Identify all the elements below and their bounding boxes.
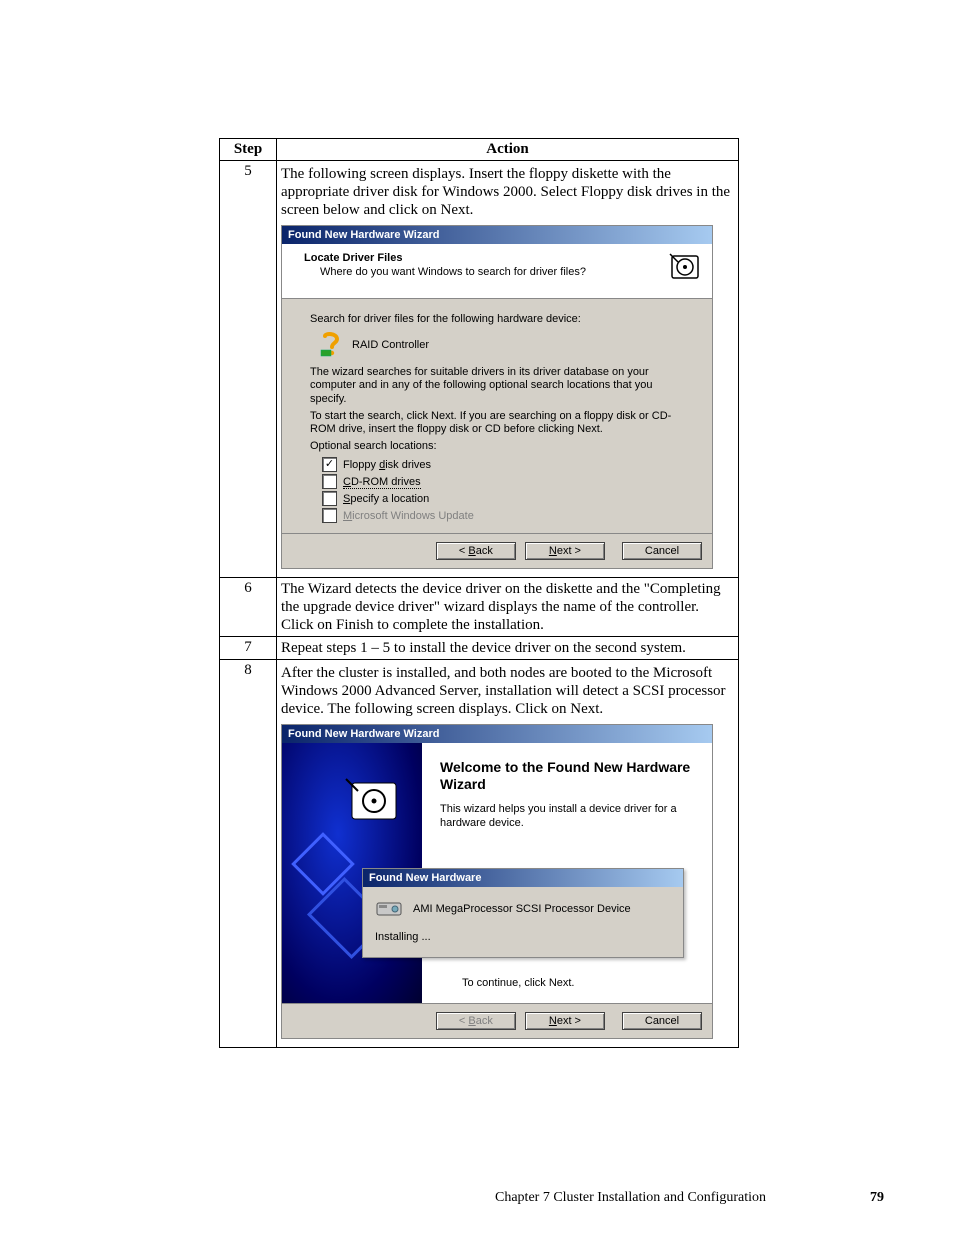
- wizard-para-1: The wizard searches for suitable drivers…: [310, 366, 684, 406]
- wizard-title-bar: Found New Hardware Wizard: [282, 226, 712, 244]
- table-row: 5 The following screen displays. Insert …: [220, 161, 739, 578]
- wizard-body: Locate Driver Files Where do you want Wi…: [282, 244, 712, 568]
- step-number: 5: [220, 161, 277, 578]
- action-cell: The following screen displays. Insert th…: [277, 161, 739, 578]
- welcome-title: Welcome to the Found New Hardware Wizard: [440, 759, 696, 793]
- steps-table: Step Action 5 The following screen displ…: [219, 138, 739, 1048]
- popup-body: AMI MegaProcessor SCSI Processor Device …: [363, 887, 683, 957]
- checkbox-icon: [322, 491, 337, 506]
- next-button[interactable]: Next >: [525, 542, 605, 560]
- action-text: The following screen displays. Insert th…: [281, 163, 734, 221]
- wizard-header: Locate Driver Files Where do you want Wi…: [282, 244, 712, 299]
- action-text: The Wizard detects the device driver on …: [277, 578, 739, 637]
- wizard-body: Welcome to the Found New Hardware Wizard…: [282, 743, 712, 1003]
- popup-device-name: AMI MegaProcessor SCSI Processor Device: [413, 903, 631, 915]
- welcome-wizard-dialog: Found New Hardware Wizard: [281, 724, 713, 1039]
- search-instruction: Search for driver files for the followin…: [310, 313, 684, 326]
- wizard-header-title: Locate Driver Files: [304, 252, 702, 264]
- popup-title-bar: Found New Hardware: [363, 869, 683, 887]
- action-cell: After the cluster is installed, and both…: [277, 660, 739, 1048]
- driver-cd-icon: [668, 250, 702, 284]
- checkbox-windows-update: Microsoft Windows Update: [322, 508, 684, 523]
- action-text: Repeat steps 1 – 5 to install the device…: [277, 637, 739, 660]
- checkbox-label: Floppy disk drives: [343, 459, 431, 471]
- cancel-button[interactable]: Cancel: [622, 1012, 702, 1030]
- footer-page-number: 79: [870, 1190, 884, 1206]
- table-row: 8 After the cluster is installed, and bo…: [220, 660, 739, 1048]
- checkbox-icon: [322, 508, 337, 523]
- checkbox-label: Microsoft Windows Update: [343, 510, 474, 522]
- wizard-content: Search for driver files for the followin…: [282, 299, 712, 533]
- cancel-button[interactable]: Cancel: [622, 542, 702, 560]
- action-text: After the cluster is installed, and both…: [281, 662, 734, 720]
- table-row: 7 Repeat steps 1 – 5 to install the devi…: [220, 637, 739, 660]
- scsi-device-icon: [375, 897, 403, 921]
- question-device-icon: [318, 332, 344, 358]
- step-number: 6: [220, 578, 277, 637]
- checkbox-icon: [322, 474, 337, 489]
- back-button: < Back: [436, 1012, 516, 1030]
- continue-text: To continue, click Next.: [462, 977, 575, 989]
- back-button[interactable]: < Back: [436, 542, 516, 560]
- wizard-button-row: < Back Next > Cancel: [282, 1003, 712, 1038]
- footer-chapter-text: Chapter 7 Cluster Installation and Confi…: [495, 1190, 766, 1206]
- table-row: 6 The Wizard detects the device driver o…: [220, 578, 739, 637]
- welcome-text: This wizard helps you install a device d…: [440, 803, 696, 831]
- next-button[interactable]: Next >: [525, 1012, 605, 1030]
- checkbox-cdrom[interactable]: CD-ROM drives: [322, 474, 684, 489]
- device-row: RAID Controller: [318, 332, 684, 358]
- checkbox-label: Specify a location: [343, 493, 429, 505]
- popup-installing-text: Installing ...: [375, 931, 671, 943]
- wizard-header-subtitle: Where do you want Windows to search for …: [304, 264, 702, 278]
- checkbox-specify-location[interactable]: Specify a location: [322, 491, 684, 506]
- found-new-hardware-popup: Found New Hardware AMI MegaProcessor SCS…: [362, 868, 684, 958]
- step-number: 8: [220, 660, 277, 1048]
- checkbox-icon: [322, 457, 337, 472]
- col-header-step: Step: [220, 139, 277, 161]
- checkbox-label: CD-ROM drives: [343, 476, 421, 488]
- popup-device-row: AMI MegaProcessor SCSI Processor Device: [375, 897, 671, 921]
- wizard-para-2: To start the search, click Next. If you …: [310, 410, 684, 436]
- wizard-title-bar: Found New Hardware Wizard: [282, 725, 712, 743]
- wizard-button-row: < Back Next > Cancel: [282, 533, 712, 568]
- col-header-action: Action: [277, 139, 739, 161]
- step-number: 7: [220, 637, 277, 660]
- checkbox-floppy-disk[interactable]: Floppy disk drives: [322, 457, 684, 472]
- document-page: Step Action 5 The following screen displ…: [219, 138, 739, 1048]
- device-name: RAID Controller: [352, 339, 429, 351]
- optional-locations-label: Optional search locations:: [310, 440, 684, 453]
- locate-driver-wizard-dialog: Found New Hardware Wizard Locate Driver …: [281, 225, 713, 569]
